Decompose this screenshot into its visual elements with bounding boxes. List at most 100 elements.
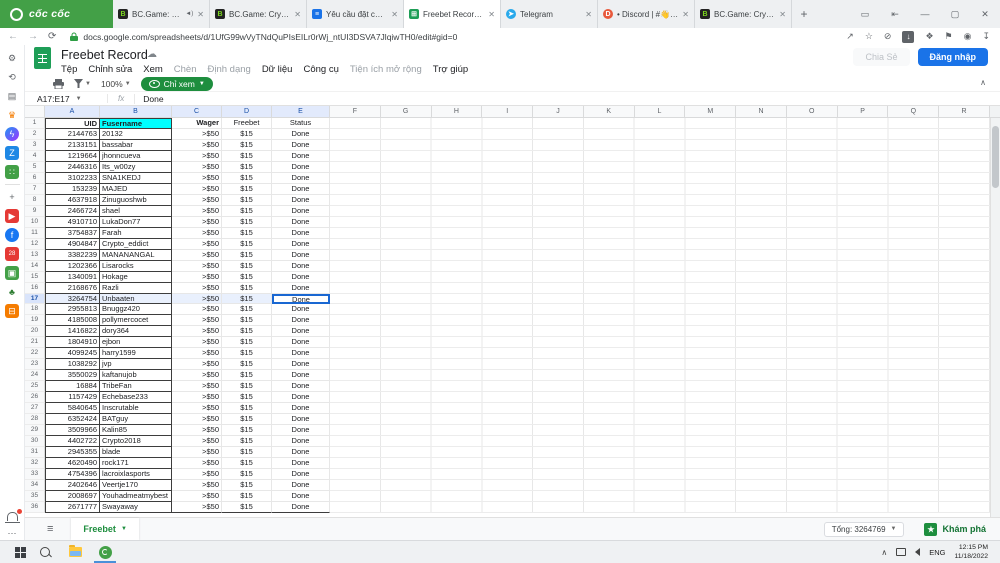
empty-columns[interactable]: [330, 458, 1000, 469]
grid-cell[interactable]: bassabar: [100, 140, 172, 151]
grid-cell[interactable]: Done: [272, 370, 330, 381]
grid-cell[interactable]: $15: [222, 425, 272, 436]
grid-cell[interactable]: Done: [272, 502, 330, 513]
empty-columns[interactable]: [330, 239, 1000, 250]
column-header-G[interactable]: G: [381, 106, 432, 118]
row-header-26[interactable]: 26: [25, 392, 45, 403]
empty-columns[interactable]: [330, 140, 1000, 151]
sheets-logo-icon[interactable]: [34, 47, 51, 69]
row-header-4[interactable]: 4: [25, 151, 45, 162]
grid-cell[interactable]: 1038292: [45, 359, 100, 370]
row-header-13[interactable]: 13: [25, 250, 45, 261]
grid-cell[interactable]: Unbaaten: [100, 294, 172, 305]
grid-cell[interactable]: $15: [222, 381, 272, 392]
addons-icon[interactable]: ❖: [925, 32, 933, 41]
column-header-M[interactable]: M: [685, 106, 736, 118]
grid-cell[interactable]: $15: [222, 206, 272, 217]
grid-cell[interactable]: $15: [222, 283, 272, 294]
grid-cell[interactable]: Bnuggz420: [100, 304, 172, 315]
grid-cell[interactable]: >$50: [172, 217, 222, 228]
empty-columns[interactable]: [330, 272, 1000, 283]
network-icon[interactable]: [896, 548, 906, 556]
grid-cell[interactable]: TribeFan: [100, 381, 172, 392]
reading-list-icon[interactable]: ▤: [5, 89, 19, 103]
grid-cell[interactable]: Hokage: [100, 272, 172, 283]
grid-cell[interactable]: Done: [272, 206, 330, 217]
empty-columns[interactable]: [330, 480, 1000, 491]
grid-cell[interactable]: Done: [272, 217, 330, 228]
grid-cell[interactable]: 4402722: [45, 436, 100, 447]
scrollbar-thumb[interactable]: [992, 126, 999, 188]
empty-columns[interactable]: [330, 348, 1000, 359]
games-icon[interactable]: ∷: [5, 165, 19, 179]
row-header-17[interactable]: 17: [25, 294, 45, 305]
browser-tab[interactable]: ➤Telegram✕: [501, 0, 598, 28]
empty-columns[interactable]: [330, 326, 1000, 337]
grid-cell[interactable]: $15: [222, 129, 272, 140]
forward-icon[interactable]: →: [28, 31, 38, 42]
grid-cell[interactable]: Done: [272, 436, 330, 447]
grid-cell[interactable]: 2955813: [45, 304, 100, 315]
grid-cell[interactable]: 1804910: [45, 337, 100, 348]
menu-công-cụ[interactable]: Công cụ: [303, 64, 338, 75]
grid-cell[interactable]: >$50: [172, 162, 222, 173]
grid-cell[interactable]: $15: [222, 458, 272, 469]
grid-cell[interactable]: $15: [222, 436, 272, 447]
grid-cell[interactable]: >$50: [172, 458, 222, 469]
grid-cell[interactable]: >$50: [172, 239, 222, 250]
grid-cell[interactable]: $15: [222, 184, 272, 195]
grid-cell[interactable]: Done: [272, 315, 330, 326]
grid-cell[interactable]: 4099245: [45, 348, 100, 359]
empty-columns[interactable]: [330, 217, 1000, 228]
grid-cell[interactable]: Veertje170: [100, 480, 172, 491]
grid-cell[interactable]: 2168676: [45, 283, 100, 294]
empty-columns[interactable]: [330, 206, 1000, 217]
grid-cell[interactable]: $15: [222, 392, 272, 403]
grid-cell[interactable]: Crypto2018: [100, 436, 172, 447]
empty-columns[interactable]: [330, 337, 1000, 348]
grid-cell[interactable]: >$50: [172, 140, 222, 151]
empty-columns[interactable]: [330, 294, 1000, 305]
tab-close-icon[interactable]: ✕: [682, 10, 689, 19]
empty-columns[interactable]: [330, 447, 1000, 458]
language-indicator[interactable]: ENG: [929, 548, 945, 557]
empty-columns[interactable]: [330, 129, 1000, 140]
grid-cell[interactable]: Done: [272, 151, 330, 162]
column-header-N[interactable]: N: [736, 106, 787, 118]
grid-cell[interactable]: $15: [222, 491, 272, 502]
grid-cell[interactable]: MANANANGAL: [100, 250, 172, 261]
row-header-29[interactable]: 29: [25, 425, 45, 436]
row-header-1[interactable]: 1: [25, 118, 45, 129]
grid-cell[interactable]: Fusername: [100, 118, 172, 129]
all-sheets-icon[interactable]: ≡: [47, 523, 53, 535]
formula-value[interactable]: Done: [134, 94, 163, 104]
green-app-icon[interactable]: ▣: [5, 266, 19, 280]
tab-close-icon[interactable]: ✕: [391, 10, 398, 19]
grid-cell[interactable]: $15: [222, 315, 272, 326]
taskbar-search[interactable]: [30, 541, 60, 563]
tray-expand-icon[interactable]: ∧: [881, 548, 887, 557]
grid-cell[interactable]: Done: [272, 425, 330, 436]
grid-cell[interactable]: 2133151: [45, 140, 100, 151]
browser-tab[interactable]: ⊞Freebet Record - Googl✕: [404, 0, 501, 28]
grid-cell[interactable]: >$50: [172, 403, 222, 414]
shopping-cart-icon[interactable]: ⊟: [5, 304, 19, 318]
grid-cell[interactable]: Done: [272, 195, 330, 206]
grid-cell[interactable]: $15: [222, 195, 272, 206]
grid-cell[interactable]: 4185008: [45, 315, 100, 326]
grid-cell[interactable]: >$50: [172, 250, 222, 261]
column-header-H[interactable]: H: [432, 106, 483, 118]
grid-cell[interactable]: Done: [272, 447, 330, 458]
column-header-P[interactable]: P: [838, 106, 889, 118]
row-header-34[interactable]: 34: [25, 480, 45, 491]
crown-vip-icon[interactable]: ♛: [5, 108, 19, 122]
grid-corner[interactable]: [25, 106, 45, 118]
zalo-icon[interactable]: Z: [5, 146, 19, 160]
facebook-icon[interactable]: f: [5, 228, 19, 242]
document-title[interactable]: Freebet Record: [61, 48, 148, 62]
grid-cell[interactable]: Done: [272, 129, 330, 140]
more-ellipsis-icon[interactable]: ⋯: [5, 526, 19, 540]
grid-cell[interactable]: Youhadmeatmybest: [100, 491, 172, 502]
empty-columns[interactable]: [330, 414, 1000, 425]
row-header-36[interactable]: 36: [25, 502, 45, 513]
